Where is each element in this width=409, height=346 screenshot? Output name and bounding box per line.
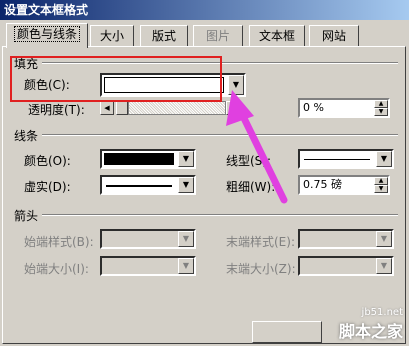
line-color-swatch (104, 153, 174, 165)
slider-left-icon[interactable]: ◀ (100, 101, 114, 115)
line-separator (42, 134, 398, 136)
tab-strip: 颜色与线条 大小 版式 图片 文本框 网站 (0, 20, 409, 48)
end-style-label: 末端样式(E): (226, 235, 295, 249)
line-color-label: 颜色(O): (24, 154, 71, 168)
tab-layout[interactable]: 版式 (140, 25, 188, 47)
chevron-down-icon[interactable]: ▼ (376, 151, 392, 167)
tab-picture: 图片 (193, 25, 243, 47)
window-title: 设置文本框格式 (4, 3, 89, 17)
arrows-separator (42, 214, 398, 216)
chevron-down-icon: ▼ (376, 258, 392, 274)
arrows-group-label: 箭头 (14, 209, 39, 223)
end-size-label: 末端大小(Z): (226, 262, 296, 276)
spin-up-icon[interactable]: ▲ (374, 177, 388, 185)
begin-style-dropdown: ▼ (100, 229, 196, 249)
ok-button[interactable] (252, 321, 322, 343)
transparency-slider[interactable]: ◀ ▶ (100, 101, 240, 115)
tab-website[interactable]: 网站 (309, 25, 359, 47)
chevron-down-icon: ▼ (178, 231, 194, 247)
end-size-dropdown: ▼ (298, 256, 394, 276)
highlight-box (10, 56, 222, 102)
transparency-input[interactable]: 0 % ▲ ▼ (298, 98, 390, 118)
spin-up-icon[interactable]: ▲ (374, 100, 388, 108)
slider-thumb[interactable] (116, 101, 128, 115)
tab-textbox[interactable]: 文本框 (249, 25, 305, 47)
watermark-brand: 脚本之家 (338, 322, 403, 341)
watermark-url: jb51.net (361, 307, 403, 318)
transparency-label: 透明度(T): (28, 103, 85, 117)
tab-size[interactable]: 大小 (90, 25, 134, 47)
chevron-down-icon[interactable]: ▼ (178, 151, 194, 167)
line-group-label: 线条 (14, 129, 39, 143)
dash-preview (106, 185, 172, 187)
line-color-dropdown[interactable]: ▼ (100, 149, 196, 169)
end-style-dropdown: ▼ (298, 229, 394, 249)
chevron-down-icon: ▼ (376, 231, 392, 247)
line-style-dropdown[interactable]: ▼ (298, 149, 394, 169)
tab-colors-lines[interactable]: 颜色与线条 (6, 23, 88, 48)
begin-size-dropdown: ▼ (100, 256, 196, 276)
watermark: jb51.net 脚本之家 (339, 307, 403, 342)
begin-size-label: 始端大小(I): (24, 262, 89, 276)
line-style-preview (304, 159, 370, 160)
chevron-down-icon: ▼ (178, 258, 194, 274)
spin-down-icon[interactable]: ▼ (374, 185, 388, 193)
window-title-bar: 设置文本框格式 (0, 0, 409, 20)
slider-track[interactable] (128, 101, 226, 115)
dash-label: 虚实(D): (24, 180, 71, 194)
chevron-down-icon[interactable]: ▼ (178, 177, 194, 193)
annotation-arrow-icon (226, 90, 288, 204)
dash-dropdown[interactable]: ▼ (100, 175, 196, 195)
spin-down-icon[interactable]: ▼ (374, 108, 388, 116)
begin-style-label: 始端样式(B): (24, 235, 94, 249)
weight-input[interactable]: 0.75 磅 ▲ ▼ (298, 175, 390, 195)
